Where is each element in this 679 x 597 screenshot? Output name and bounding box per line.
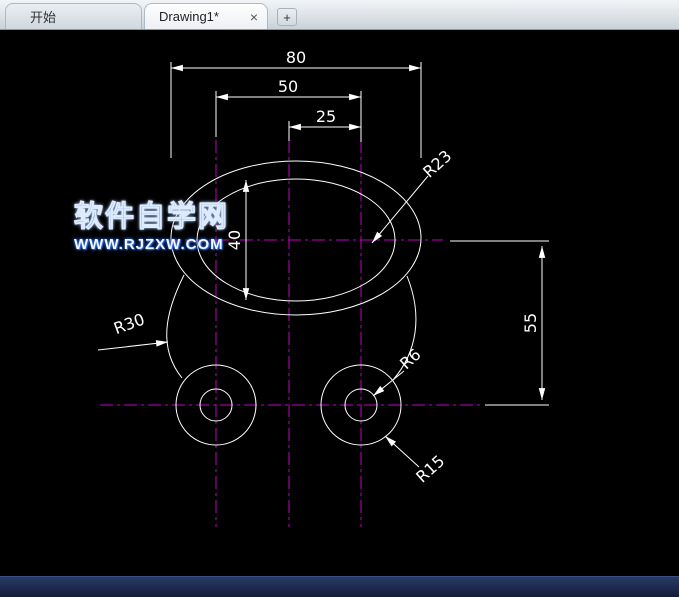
- drawing-canvas[interactable]: 80 50 25 40 R23: [0, 30, 679, 576]
- dim-80-text[interactable]: 80: [286, 48, 306, 67]
- leader-r30-line: [98, 342, 168, 350]
- tab-drawing1[interactable]: Drawing1* ×: [144, 3, 268, 29]
- tab-start[interactable]: 开始: [5, 3, 142, 29]
- leader-r23-line: [372, 176, 428, 243]
- status-bar: [0, 576, 679, 597]
- new-tab-button[interactable]: +: [277, 8, 297, 26]
- dim-50-text[interactable]: 50: [278, 77, 298, 96]
- dim-left-fillet-radius[interactable]: R30: [98, 310, 168, 350]
- dim-top-arc-radius[interactable]: R23: [372, 146, 455, 243]
- dim-55-text[interactable]: 55: [521, 313, 540, 333]
- watermark: 软件自学网 WWW.RJZXW.COM: [74, 202, 229, 253]
- dim-vertical-center-distance[interactable]: 55: [450, 241, 549, 405]
- watermark-url: WWW.RJZXW.COM: [74, 237, 229, 254]
- drawing-area[interactable]: 80 50 25 40 R23: [0, 30, 679, 576]
- left-neck-fillet-curve[interactable]: [167, 275, 184, 378]
- tab-start-label: 开始: [30, 7, 56, 26]
- application-window: 开始 Drawing1* × +: [0, 0, 679, 597]
- leader-r6-text[interactable]: R6: [396, 345, 425, 373]
- tab-bar: 开始 Drawing1* × +: [0, 0, 679, 30]
- dim-overall-width[interactable]: 80: [171, 48, 421, 158]
- close-icon[interactable]: ×: [250, 10, 258, 24]
- dim-half-center-distance[interactable]: 25: [289, 107, 361, 141]
- tab-drawing1-label: Drawing1*: [159, 9, 219, 24]
- dim-lobe-radius[interactable]: R15: [385, 436, 448, 487]
- leader-r23-text[interactable]: R23: [419, 146, 455, 181]
- leader-r15-text[interactable]: R15: [412, 451, 448, 486]
- leader-r30-text[interactable]: R30: [111, 310, 147, 339]
- watermark-title: 软件自学网: [74, 202, 229, 234]
- leader-r15-line: [385, 436, 419, 467]
- dim-25-text[interactable]: 25: [316, 107, 336, 126]
